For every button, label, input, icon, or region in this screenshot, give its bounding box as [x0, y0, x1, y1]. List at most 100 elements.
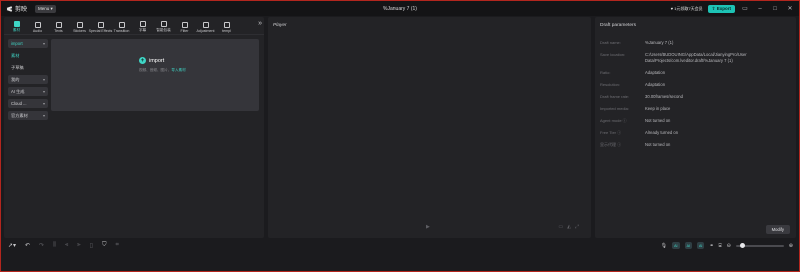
tab-9[interactable]: Adjustment: [195, 18, 216, 34]
zoom-out-icon[interactable]: ⊖: [727, 243, 731, 249]
delete-icon[interactable]: ▯: [90, 242, 93, 249]
fullscreen-icon[interactable]: ⤢: [575, 224, 579, 230]
ai-chip-3[interactable]: AI: [696, 242, 705, 249]
ai-chip-2[interactable]: AI: [684, 242, 692, 249]
import-button[interactable]: + import: [139, 57, 186, 64]
sidebar-item-0[interactable]: import ▾: [8, 39, 48, 48]
adjustment-icon: [202, 22, 209, 28]
export-icon: ⇪: [711, 5, 716, 11]
sidebar-item-2[interactable]: 子草稿: [8, 63, 48, 72]
draft-key: Save location:: [600, 52, 626, 57]
play-icon[interactable]: ▶: [426, 224, 430, 230]
draft-row: Save location: C:/Users/BUDOUING/AppData/…: [600, 52, 792, 64]
tab-3[interactable]: Stickers: [69, 18, 90, 34]
tab-7[interactable]: 智能包装: [153, 18, 174, 34]
import-content: + import 视频、音频、图片、导入素材: [139, 57, 186, 73]
tab-2[interactable]: Texts: [48, 18, 69, 34]
tab-10[interactable]: templ: [216, 18, 237, 34]
media-icon: [13, 21, 20, 27]
export-button[interactable]: ⇪ Export: [707, 4, 735, 13]
tab-label: Filter: [180, 29, 189, 33]
sidebar-item-3[interactable]: 我的 ▾: [8, 75, 48, 84]
draft-key: Free Tier ⓘ: [600, 130, 622, 135]
transition-icon: [118, 22, 125, 28]
crop-icon[interactable]: ◭: [567, 224, 571, 230]
ai-chip-1[interactable]: AI: [672, 242, 680, 249]
chevron-down-icon: ▾: [42, 77, 45, 82]
ratio-icon[interactable]: ▭: [558, 224, 563, 230]
draft-row: Draft name: %January 7 (1): [600, 40, 792, 46]
timeline-settings: 🎙︎ AI AI AI ⚭ ⌸ ⊖ ⊕: [661, 242, 793, 249]
audio-icon: [34, 22, 41, 28]
text-icon: [55, 22, 62, 28]
tab-5[interactable]: Transition: [111, 18, 132, 34]
subtitle-icon: [139, 21, 146, 27]
tab-1[interactable]: Audio: [27, 18, 48, 34]
draft-row: Free Tier ⓘ Already turned on: [600, 130, 792, 136]
draft-row: Resolution: Adaptation: [600, 82, 792, 88]
split-left-icon[interactable]: ⫷: [65, 242, 68, 249]
draft-key: Ratio:: [600, 70, 611, 75]
close-button[interactable]: ✕: [785, 4, 795, 14]
split-right-icon[interactable]: ⫸: [77, 242, 80, 249]
effects-icon: [97, 22, 104, 28]
zoom-slider-knob[interactable]: [739, 242, 745, 248]
draft-value: %January 7 (1): [645, 40, 674, 45]
microphone-icon[interactable]: 🎙︎: [661, 243, 667, 249]
shield-icon[interactable]: ⛉: [102, 242, 107, 249]
tab-label: 智能包装: [156, 28, 171, 32]
draft-value: Adaptation: [645, 70, 666, 75]
sidebar-item-1[interactable]: 素材: [8, 51, 48, 60]
import-dropzone[interactable]: + import 视频、音频、图片、导入素材: [51, 39, 259, 111]
tab-4[interactable]: Special Effects: [89, 18, 112, 34]
zoom-in-icon[interactable]: ⊕: [789, 243, 793, 249]
import-hint-link[interactable]: 导入素材: [171, 68, 185, 72]
sidebar-item-label: 我的: [11, 76, 20, 82]
draft-value: Not turned on: [645, 142, 671, 147]
sidebar-item-label: import: [11, 41, 23, 46]
minimize-button[interactable]: –: [755, 4, 765, 14]
sidebar-item-label: Cloud ...: [11, 101, 27, 106]
import-hint: 视频、音频、图片、导入素材: [139, 68, 186, 73]
draft-panel-title: Draft parameters: [600, 23, 636, 28]
sidebar-item-label: 素材: [11, 52, 20, 58]
link-icon[interactable]: ⚭: [709, 243, 713, 249]
crop-tool-icon[interactable]: ⌗: [115, 242, 118, 249]
draft-row: Ratio: Adaptation: [600, 70, 792, 76]
modify-button[interactable]: Modify: [765, 225, 790, 234]
export-label: Export: [716, 6, 731, 11]
draft-value: Adaptation: [645, 82, 666, 87]
select-tool-icon[interactable]: ➚▾: [8, 242, 16, 249]
tab-label: 素材: [12, 28, 21, 32]
promo-link[interactable]: ♥ 1元领取7天会员: [671, 6, 703, 12]
timeline-area[interactable]: [1, 253, 799, 271]
tab-8[interactable]: Filter: [174, 18, 195, 34]
redo-icon[interactable]: ↷: [39, 242, 44, 249]
zoom-slider[interactable]: [735, 242, 784, 248]
media-panel: 素材 Audio Texts Stickers Special Effects Trans…: [4, 17, 264, 238]
sidebar-item-6[interactable]: 官方素材 ▾: [8, 111, 48, 120]
chevron-down-icon: ▾: [42, 89, 45, 94]
draft-key: Draft name:: [600, 40, 621, 45]
sidebar-item-5[interactable]: Cloud ... ▾: [8, 99, 48, 108]
tab-0[interactable]: 素材: [6, 18, 27, 34]
more-tabs-icon[interactable]: »: [258, 20, 262, 27]
tab-label: Texts: [54, 29, 63, 33]
import-label: import: [149, 57, 165, 64]
template-icon: [223, 22, 230, 28]
split-icon[interactable]: ⫼: [53, 242, 56, 249]
draft-value: Already turned on: [645, 130, 679, 135]
preview-axis-icon[interactable]: ⌸: [719, 243, 722, 249]
tab-label: Audio: [32, 29, 43, 33]
undo-icon[interactable]: ↶: [25, 242, 30, 249]
draft-parameter-list: Draft name: %January 7 (1) Save location: C…: [600, 40, 792, 154]
draft-value: C:/Users/BUDOUING/AppData/Local/Jianying…: [645, 52, 747, 63]
sidebar-item-4[interactable]: AI 生成 ▾: [8, 87, 48, 96]
sidebar-item-label: 子草稿: [11, 64, 24, 70]
title-bar-right: ♥ 1元领取7天会员 ⇪ Export ▭ – □ ✕: [671, 1, 795, 16]
plus-icon: +: [139, 57, 146, 64]
sticker-icon: [76, 22, 83, 28]
tab-6[interactable]: 字幕: [132, 18, 153, 34]
layout-icon[interactable]: ▭: [740, 4, 750, 14]
maximize-button[interactable]: □: [770, 4, 780, 14]
